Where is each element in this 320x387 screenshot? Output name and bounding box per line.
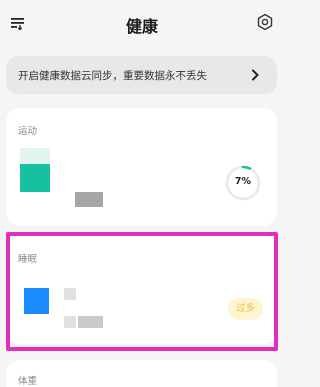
exercise-image-placeholder	[20, 148, 50, 164]
cloud-sync-banner[interactable]: 开启健康数据云同步，重要数据永不丢失	[6, 56, 277, 94]
chevron-right-icon	[252, 69, 259, 81]
sleep-card-highlight	[6, 232, 278, 351]
weight-card[interactable]: 体重	[6, 360, 277, 387]
weight-card-label: 体重	[18, 376, 38, 387]
exercise-card-label: 运动	[18, 126, 38, 137]
gear-icon[interactable]	[256, 13, 274, 31]
sync-banner-text: 开启健康数据云同步，重要数据永不丢失	[18, 70, 207, 82]
exercise-activity-icon	[20, 164, 50, 192]
page-title: 健康	[125, 17, 158, 36]
exercise-card[interactable]: 运动 7%	[6, 108, 277, 226]
exercise-progress-value: 7%	[234, 176, 252, 187]
exercise-value-placeholder	[75, 192, 103, 207]
app-header: 健康	[0, 0, 284, 46]
